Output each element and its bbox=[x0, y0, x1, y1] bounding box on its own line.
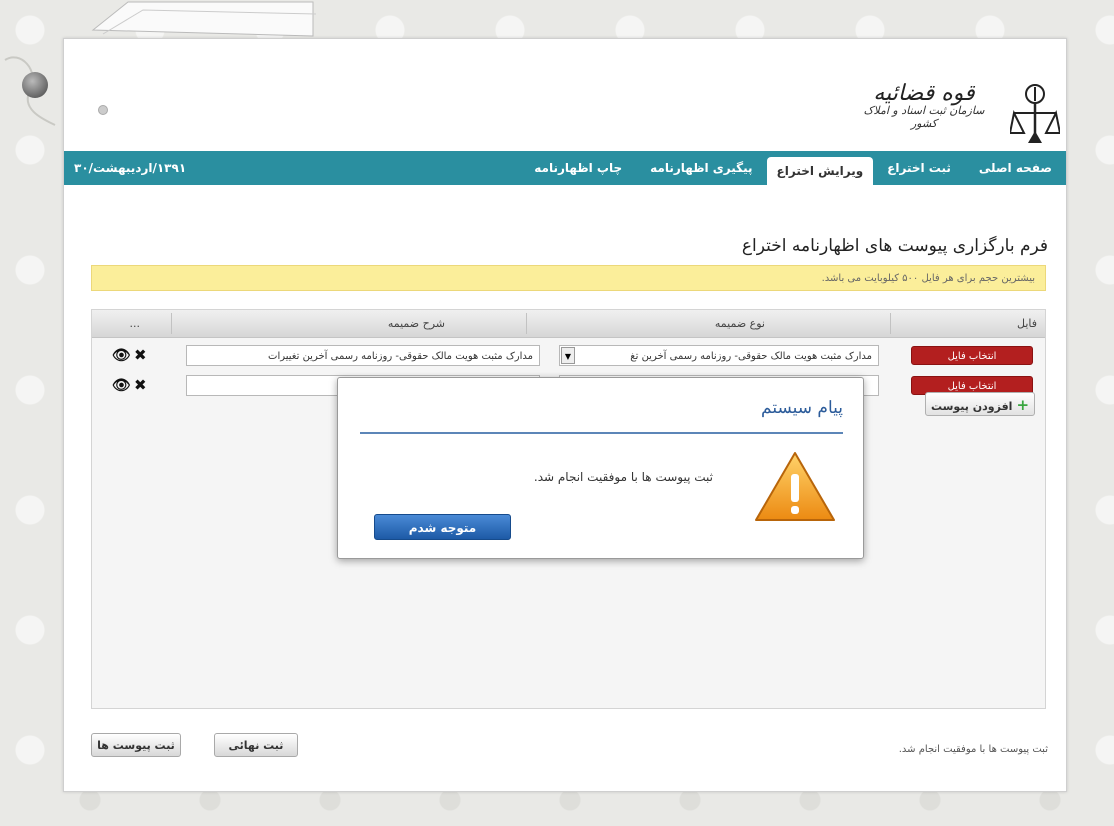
attachment-description-input[interactable]: مدارک مثبت هویت مالک حقوقی- روزنامه رسمی… bbox=[186, 345, 540, 366]
status-message: ثبت پیوست ها با موفقیت انجام شد. bbox=[898, 744, 1048, 755]
attachment-type-value: مدارک مثبت هویت مالک حقوقی- روزنامه رسمی… bbox=[630, 351, 872, 362]
emblem-icon bbox=[1010, 84, 1060, 143]
plus-icon: + bbox=[1016, 396, 1030, 414]
add-attachment-label: افزودن پیوست bbox=[930, 400, 1013, 413]
ok-button[interactable]: متوجه شدم bbox=[374, 514, 511, 540]
main-window: قوه قضائیه سازمان ثبت اسناد و املاک کشور… bbox=[63, 38, 1067, 792]
nav-track-declaration[interactable]: پیگیری اظهارنامه bbox=[636, 151, 766, 185]
file-size-notice: بیشترین حجم برای هر فایل ۵۰۰ کیلوبایت می… bbox=[91, 265, 1046, 291]
delete-icon[interactable]: ✖ bbox=[134, 377, 147, 393]
add-attachment-button[interactable]: +افزودن پیوست bbox=[925, 392, 1035, 416]
dialog-message: ثبت پیوست ها با موفقیت انجام شد. bbox=[533, 470, 713, 484]
delete-icon[interactable]: ✖ bbox=[134, 347, 147, 363]
system-message-dialog: پیام سیستم ثبت پیوست ها با موفقیت انجام … bbox=[337, 377, 864, 559]
page-title: فرم بارگزاری پیوست های اظهارنامه اختراع bbox=[741, 236, 1048, 256]
logo-title: قوه قضائیه bbox=[873, 81, 975, 106]
nav-menu: صفحه اصلی ثبت اختراع ویرایش اختراع پیگیر… bbox=[520, 151, 1066, 185]
dialog-title: پیام سیستم bbox=[761, 398, 843, 418]
header-type: نوع ضمیمه bbox=[714, 317, 765, 330]
paper-decoration bbox=[91, 1, 317, 37]
logo-text: قوه قضائیه سازمان ثبت اسناد و املاک کشور bbox=[859, 81, 989, 130]
warning-icon bbox=[755, 452, 835, 521]
nav-register-invention[interactable]: ثبت اختراع bbox=[873, 151, 965, 185]
header-description: شرح ضمیمه bbox=[387, 317, 445, 330]
header-divider bbox=[526, 313, 527, 334]
choose-file-button[interactable]: انتخاب فایل bbox=[911, 346, 1033, 365]
decorative-pin bbox=[98, 105, 108, 115]
dialog-divider bbox=[360, 432, 843, 434]
header-actions: ... bbox=[129, 317, 141, 330]
header-file: فایل bbox=[1016, 317, 1037, 330]
nav-edit-invention[interactable]: ویرایش اختراع bbox=[766, 157, 874, 185]
header-divider bbox=[171, 313, 172, 334]
eye-icon[interactable]: 👁 bbox=[112, 377, 131, 393]
nav-print-declaration[interactable]: چاپ اظهارنامه bbox=[520, 151, 636, 185]
final-submit-button[interactable]: ثبت نهائی bbox=[214, 733, 298, 757]
submit-attachments-button[interactable]: ثبت پیوست ها bbox=[91, 733, 181, 757]
header-divider bbox=[890, 313, 891, 334]
nav-home[interactable]: صفحه اصلی bbox=[965, 151, 1066, 185]
attachment-type-select[interactable]: مدارک مثبت هویت مالک حقوقی- روزنامه رسمی… bbox=[559, 345, 879, 366]
eye-icon[interactable]: 👁 bbox=[112, 347, 131, 363]
table-header: فایل نوع ضمیمه شرح ضمیمه ... bbox=[92, 310, 1045, 338]
logo-subtitle: سازمان ثبت اسناد و املاک کشور bbox=[863, 104, 985, 130]
current-date: ۱۳۹۱/اردیبهشت/۳۰ bbox=[74, 161, 187, 175]
dropdown-arrow-icon[interactable]: ▼ bbox=[561, 347, 575, 364]
attachment-row: انتخاب فایل مدارک مثبت هویت مالک حقوقی- … bbox=[92, 342, 1045, 372]
navbar: صفحه اصلی ثبت اختراع ویرایش اختراع پیگیر… bbox=[64, 151, 1066, 185]
header: قوه قضائیه سازمان ثبت اسناد و املاک کشور bbox=[64, 39, 1066, 150]
decorative-ball bbox=[22, 72, 48, 98]
